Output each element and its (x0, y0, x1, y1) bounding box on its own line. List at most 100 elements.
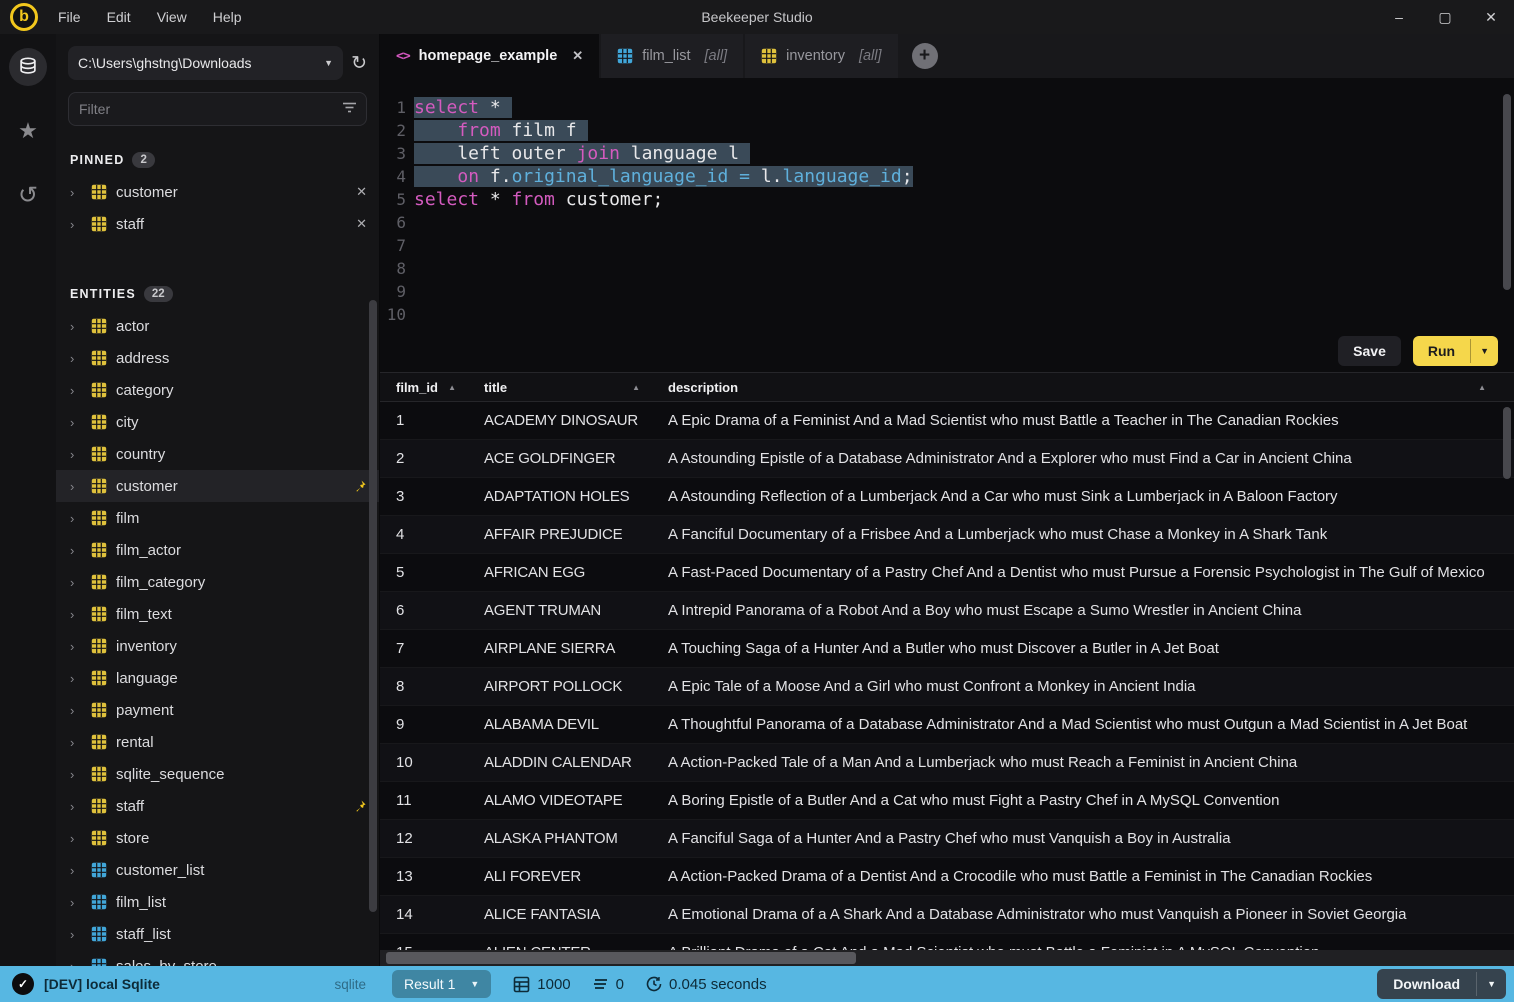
table-row[interactable]: 13 ALI FOREVER A Action-Packed Drama of a … (380, 858, 1514, 896)
column-header-film_id[interactable]: film_id ▲ (380, 380, 468, 395)
horizontal-scrollbar[interactable] (380, 950, 1514, 966)
chevron-right-icon[interactable]: › (70, 575, 82, 590)
chevron-right-icon[interactable]: › (70, 799, 82, 814)
favorites-star-icon[interactable]: ★ (9, 112, 47, 150)
menu-edit[interactable]: Edit (107, 9, 131, 25)
chevron-right-icon[interactable]: › (70, 639, 82, 654)
chevron-right-icon[interactable]: › (70, 831, 82, 846)
chevron-right-icon[interactable]: › (70, 351, 82, 366)
tab-close-icon[interactable]: ✕ (572, 48, 583, 64)
chevron-right-icon[interactable]: › (70, 543, 82, 558)
table-row[interactable]: 12 ALASKA PHANTOM A Fanciful Saga of a Hun… (380, 820, 1514, 858)
chevron-right-icon[interactable]: › (70, 415, 82, 430)
sidebar-item-rental[interactable]: › rental (56, 726, 379, 758)
sidebar-item-customer_list[interactable]: › customer_list (56, 854, 379, 886)
sidebar-scrollbar[interactable] (369, 300, 377, 912)
run-dropdown-caret[interactable]: ▼ (1470, 339, 1498, 363)
sql-editor[interactable]: 1 select * 2 from film f3 left outer join … (380, 78, 1514, 330)
editor-scrollbar[interactable] (1503, 94, 1511, 290)
sidebar-item-film_actor[interactable]: › film_actor (56, 534, 379, 566)
chevron-right-icon[interactable]: › (70, 959, 82, 967)
chevron-right-icon[interactable]: › (70, 383, 82, 398)
maximize-button[interactable]: ▢ (1422, 0, 1468, 34)
chevron-right-icon[interactable]: › (70, 735, 82, 750)
table-row[interactable]: 1 ACADEMY DINOSAUR A Epic Drama of a Femin… (380, 402, 1514, 440)
sidebar-item-country[interactable]: › country (56, 438, 379, 470)
column-header-re[interactable]: re (1498, 380, 1514, 395)
sidebar-item-payment[interactable]: › payment (56, 694, 379, 726)
chevron-right-icon[interactable]: › (70, 447, 82, 462)
filter-input[interactable] (68, 92, 367, 126)
sort-arrow-icon[interactable]: ▲ (448, 383, 456, 392)
column-header-description[interactable]: description ▲ (652, 380, 1498, 395)
minimize-button[interactable]: – (1376, 0, 1422, 34)
chevron-right-icon[interactable]: › (70, 703, 82, 718)
table-row[interactable]: 15ALIEN CENTERA Brilliant Drama of a Cat… (380, 934, 1514, 950)
chevron-right-icon[interactable]: › (70, 671, 82, 686)
chevron-right-icon[interactable]: › (70, 511, 82, 526)
sidebar-item-store[interactable]: › store (56, 822, 379, 854)
pin-icon[interactable] (352, 799, 367, 814)
horizontal-scrollbar-thumb[interactable] (386, 952, 856, 964)
chevron-right-icon[interactable]: › (70, 607, 82, 622)
sidebar-item-actor[interactable]: › actor (56, 310, 379, 342)
sidebar-item-film_category[interactable]: › film_category (56, 566, 379, 598)
database-icon[interactable] (9, 48, 47, 86)
table-row[interactable]: 9 ALABAMA DEVIL A Thoughtful Panorama of a… (380, 706, 1514, 744)
download-button-label[interactable]: Download (1377, 969, 1476, 999)
menu-view[interactable]: View (157, 9, 187, 25)
chevron-right-icon[interactable]: › (70, 185, 82, 200)
chevron-right-icon[interactable]: › (70, 927, 82, 942)
chevron-right-icon[interactable]: › (70, 895, 82, 910)
sidebar-item-address[interactable]: › address (56, 342, 379, 374)
download-dropdown-caret[interactable]: ▼ (1476, 972, 1506, 996)
run-button[interactable]: Run ▼ (1412, 336, 1498, 366)
sidebar-item-sqlite_sequence[interactable]: › sqlite_sequence (56, 758, 379, 790)
history-icon[interactable]: ↺ (9, 176, 47, 214)
sidebar-item-film_list[interactable]: › film_list (56, 886, 379, 918)
chevron-right-icon[interactable]: › (70, 217, 82, 232)
sidebar-item-sales_by_store[interactable]: › sales_by_store (56, 950, 379, 966)
connection-select[interactable]: C:\Users\ghstng\Downloads ▼ (68, 46, 344, 80)
new-tab-button[interactable]: + (911, 43, 938, 69)
unpin-close-icon[interactable]: ✕ (356, 184, 367, 200)
chevron-right-icon[interactable]: › (70, 479, 82, 494)
table-row[interactable]: 7 AIRPLANE SIERRA A Touching Saga of a Hun… (380, 630, 1514, 668)
refresh-icon[interactable]: ↻ (351, 52, 367, 75)
column-header-title[interactable]: title ▲ (468, 380, 652, 395)
unpin-close-icon[interactable]: ✕ (356, 216, 367, 232)
result-selector[interactable]: Result 1 ▼ (392, 970, 492, 998)
sidebar-item-film_text[interactable]: › film_text (56, 598, 379, 630)
tab-inventory[interactable]: inventory [all] (745, 34, 898, 78)
sidebar-item-category[interactable]: › category (56, 374, 379, 406)
table-row[interactable]: 2 ACE GOLDFINGER A Astounding Epistle of a… (380, 440, 1514, 478)
menu-file[interactable]: File (58, 9, 81, 25)
sidebar-item-language[interactable]: › language (56, 662, 379, 694)
chevron-right-icon[interactable]: › (70, 767, 82, 782)
sidebar-item-staff[interactable]: › staff (56, 790, 379, 822)
close-button[interactable]: ✕ (1468, 0, 1514, 34)
chevron-right-icon[interactable]: › (70, 863, 82, 878)
table-row[interactable]: 4 AFFAIR PREJUDICE A Fanciful Documentary … (380, 516, 1514, 554)
run-button-label[interactable]: Run (1413, 336, 1470, 366)
sidebar-item-customer[interactable]: › customer (56, 470, 379, 502)
chevron-right-icon[interactable]: › (70, 319, 82, 334)
sidebar-item-city[interactable]: › city (56, 406, 379, 438)
tab-film_list[interactable]: film_list [all] (601, 34, 744, 78)
table-row[interactable]: 6 AGENT TRUMAN A Intrepid Panorama of a Ro… (380, 592, 1514, 630)
table-row[interactable]: 11 ALAMO VIDEOTAPE A Boring Epistle of a B… (380, 782, 1514, 820)
tab-homepage_example[interactable]: <> homepage_example ✕ (380, 34, 600, 78)
table-row[interactable]: 8 AIRPORT POLLOCK A Epic Tale of a Moose A… (380, 668, 1514, 706)
sidebar-item-inventory[interactable]: › inventory (56, 630, 379, 662)
download-button[interactable]: Download ▼ (1377, 969, 1506, 999)
sidebar-item-film[interactable]: › film (56, 502, 379, 534)
table-row[interactable]: 14 ALICE FANTASIA A Emotional Drama of a A… (380, 896, 1514, 934)
sidebar-item-staff_list[interactable]: › staff_list (56, 918, 379, 950)
results-scrollbar[interactable] (1503, 407, 1511, 479)
pin-icon[interactable] (352, 479, 367, 494)
save-button[interactable]: Save (1338, 336, 1401, 366)
table-row[interactable]: 3 ADAPTATION HOLES A Astounding Reflection… (380, 478, 1514, 516)
sidebar-item-customer[interactable]: › customer ✕ (56, 176, 379, 208)
table-row[interactable]: 10 ALADDIN CALENDAR A Action-Packed Tale o… (380, 744, 1514, 782)
sort-arrow-icon[interactable]: ▲ (632, 383, 640, 392)
